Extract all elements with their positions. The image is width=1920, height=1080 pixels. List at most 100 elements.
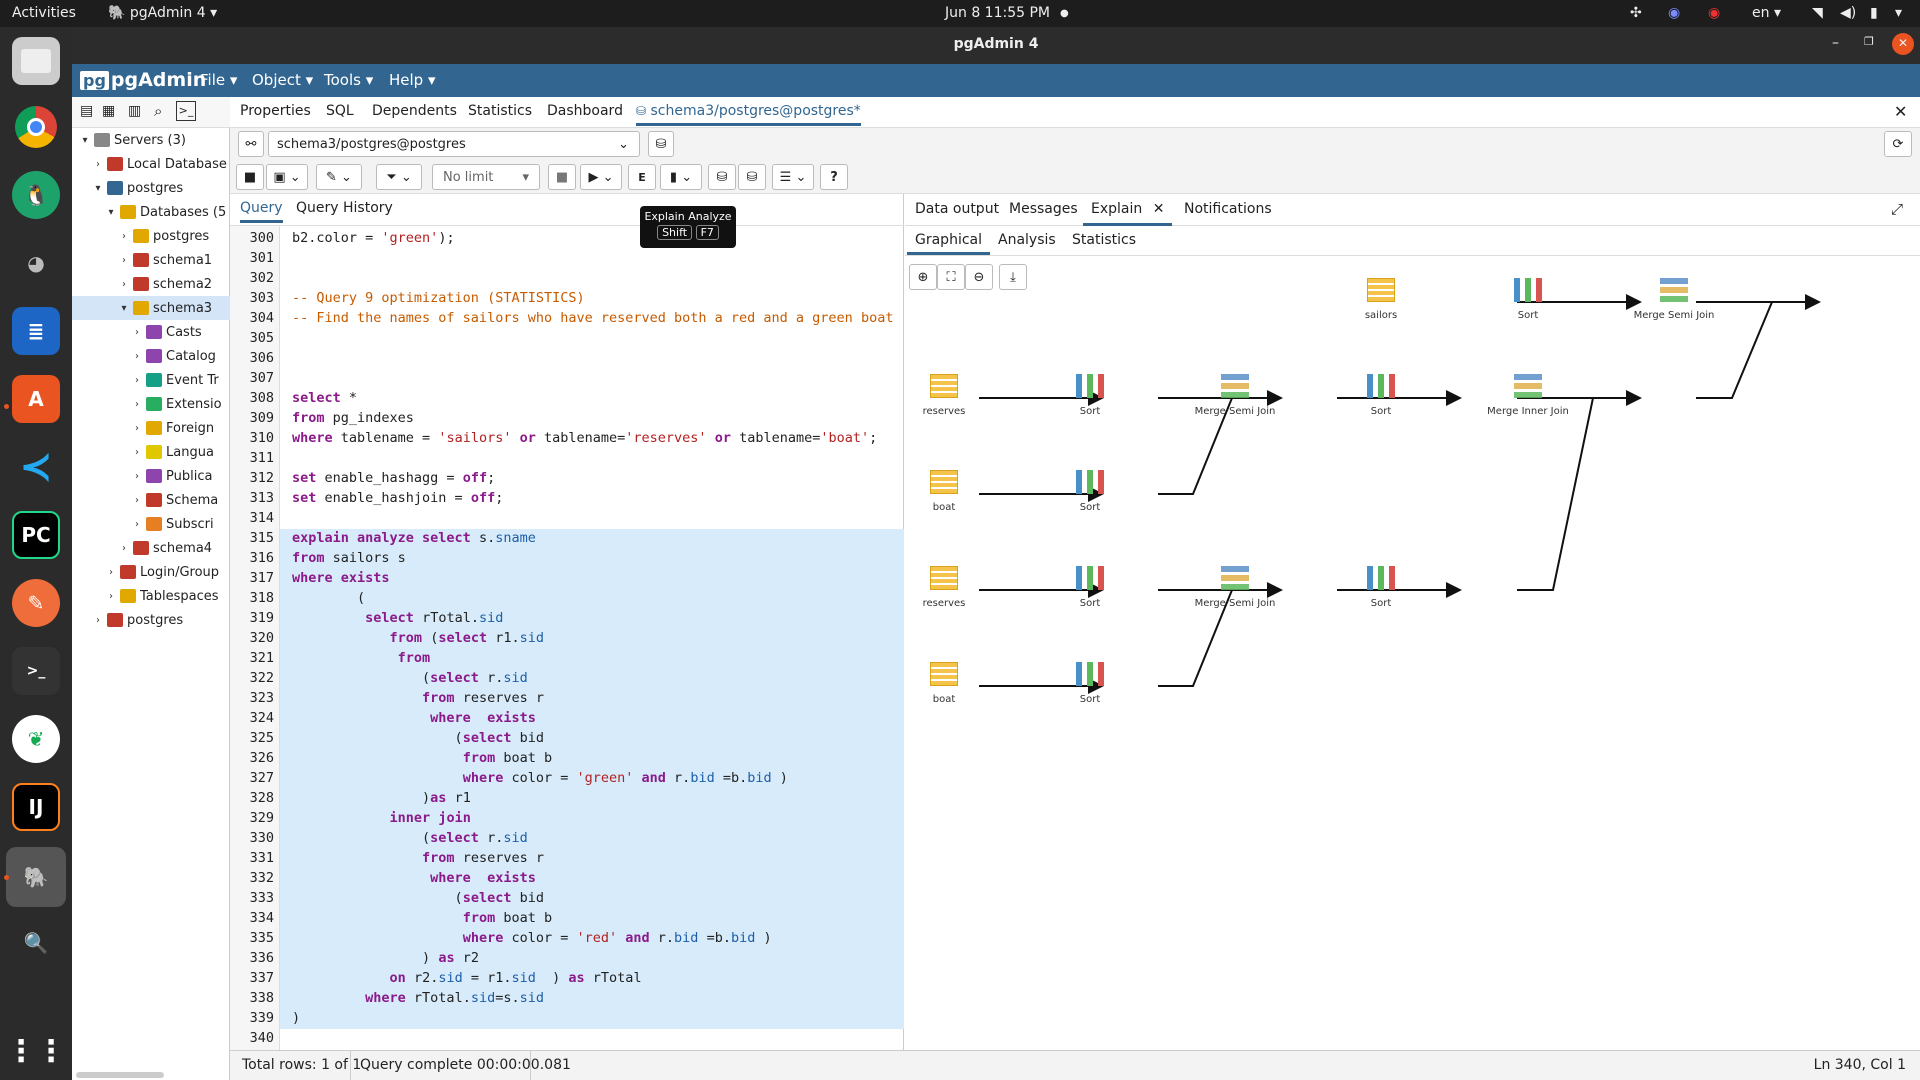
code-line[interactable]: (select r.sid: [292, 670, 528, 686]
macros-icon[interactable]: ☰ ⌄: [772, 164, 814, 190]
plan-node[interactable]: Merge Semi Join: [1629, 278, 1719, 321]
tab-explain-statistics[interactable]: Statistics: [1072, 232, 1136, 248]
tab-statistics[interactable]: Statistics: [468, 103, 532, 119]
tree-item[interactable]: ▾ Databases (5: [72, 200, 230, 224]
show-applications-icon[interactable]: ⋮⋮: [6, 1027, 66, 1075]
chevron-down-icon[interactable]: ▾: [91, 183, 105, 194]
plan-node[interactable]: boat: [899, 662, 989, 705]
plan-node[interactable]: Merge Semi Join: [1190, 374, 1280, 417]
code-line[interactable]: select *: [292, 390, 357, 406]
code-line[interactable]: b2.color = 'green');: [292, 230, 455, 246]
psql-tool-icon[interactable]: >_: [176, 101, 196, 121]
download-icon[interactable]: ⤓: [999, 264, 1027, 290]
edit-icon[interactable]: ✎ ⌄: [316, 164, 362, 190]
chevron-right-icon[interactable]: ›: [130, 423, 144, 434]
code-line[interactable]: where rTotal.sid=s.sid: [292, 990, 544, 1006]
code-line[interactable]: where color = 'red' and r.bid =b.bid ): [292, 930, 772, 946]
plan-node[interactable]: reserves: [899, 374, 989, 417]
rollback-icon[interactable]: ⛁: [738, 164, 766, 190]
open-file-icon[interactable]: ■: [236, 164, 264, 190]
chevron-down-icon[interactable]: ▾: [104, 207, 118, 218]
query-tool-icon[interactable]: ▤: [80, 103, 93, 119]
tree-item[interactable]: ▾ Servers (3): [72, 128, 230, 152]
code-line[interactable]: (select bid: [292, 730, 544, 746]
chevron-right-icon[interactable]: ›: [130, 375, 144, 386]
tree-item[interactable]: › Langua: [72, 440, 230, 464]
clock[interactable]: Jun 8 11:55 PM: [945, 5, 1050, 21]
battery-icon[interactable]: ▮: [1870, 5, 1878, 21]
menu-object[interactable]: Object ▾: [252, 71, 313, 89]
code-line[interactable]: )as r1: [292, 790, 471, 806]
plan-node[interactable]: boat: [899, 470, 989, 513]
code-line[interactable]: from boat b: [292, 910, 552, 926]
tree-item[interactable]: › Extensio: [72, 392, 230, 416]
code-line[interactable]: (select r.sid: [292, 830, 528, 846]
tab-notifications[interactable]: Notifications: [1184, 201, 1272, 217]
code-line[interactable]: ): [292, 1010, 300, 1026]
terminal-icon[interactable]: >_: [12, 647, 60, 695]
sql-editor[interactable]: b2.color = 'green'); -- Query 9 optimizat…: [280, 226, 904, 1050]
pgadmin-dock-icon[interactable]: 🐘: [6, 847, 66, 907]
code-line[interactable]: -- Query 9 optimization (STATISTICS): [292, 290, 585, 306]
code-line[interactable]: set enable_hashjoin = off;: [292, 490, 503, 506]
maximize-icon[interactable]: ❐: [1864, 35, 1874, 48]
menu-help[interactable]: Help ▾: [389, 71, 436, 89]
tree-item[interactable]: › Catalog: [72, 344, 230, 368]
files-icon[interactable]: [12, 37, 60, 85]
chevron-right-icon[interactable]: ›: [130, 519, 144, 530]
horizontal-scrollbar[interactable]: [76, 1072, 164, 1078]
activities-button[interactable]: Activities: [12, 5, 76, 21]
tree-item[interactable]: › Casts: [72, 320, 230, 344]
menu-file[interactable]: File ▾: [200, 71, 237, 89]
tree-item[interactable]: › Foreign: [72, 416, 230, 440]
plan-node[interactable]: Sort: [1483, 278, 1573, 321]
new-connection-icon[interactable]: ⛁: [648, 131, 674, 157]
chevron-right-icon[interactable]: ›: [130, 471, 144, 482]
maximize-panel-icon[interactable]: ⤢: [1891, 200, 1903, 218]
tab-analysis[interactable]: Analysis: [998, 232, 1056, 248]
tree-item[interactable]: › Publica: [72, 464, 230, 488]
chevron-right-icon[interactable]: ›: [91, 159, 105, 170]
tab-sql[interactable]: SQL: [326, 103, 354, 119]
tree-item[interactable]: › schema4: [72, 536, 230, 560]
plan-node[interactable]: Merge Inner Join: [1483, 374, 1573, 417]
code-line[interactable]: select rTotal.sid: [292, 610, 503, 626]
tree-item[interactable]: › Event Tr: [72, 368, 230, 392]
filter-icon[interactable]: ⏷ ⌄: [376, 164, 422, 190]
code-line[interactable]: (select bid: [292, 890, 544, 906]
code-line[interactable]: ) as r2: [292, 950, 479, 966]
code-line[interactable]: where exists: [292, 870, 536, 886]
tab-dashboard[interactable]: Dashboard: [547, 103, 623, 119]
tree-item[interactable]: ▾ schema3: [72, 296, 230, 320]
zoom-fit-icon[interactable]: ⛶: [937, 264, 965, 290]
vscode-icon[interactable]: ≺: [12, 443, 60, 491]
code-line[interactable]: from: [292, 650, 431, 666]
plan-node[interactable]: Sort: [1045, 662, 1135, 705]
tab-explain[interactable]: Explain ✕: [1083, 201, 1173, 226]
tree-item[interactable]: › schema2: [72, 272, 230, 296]
plan-node[interactable]: Sort: [1045, 566, 1135, 609]
linux-penguin-icon[interactable]: 🐧: [12, 171, 60, 219]
code-line[interactable]: from sailors s: [292, 550, 406, 566]
code-line[interactable]: from reserves r: [292, 690, 544, 706]
menu-tools[interactable]: Tools ▾: [324, 71, 373, 89]
plan-node[interactable]: Sort: [1045, 374, 1135, 417]
intellij-icon[interactable]: IJ: [12, 783, 60, 831]
code-line[interactable]: where color = 'green' and r.bid =b.bid ): [292, 770, 788, 786]
wifi-icon[interactable]: ◥: [1812, 5, 1823, 21]
search-icon[interactable]: ⌕: [154, 102, 162, 120]
plan-node[interactable]: Sort: [1336, 566, 1426, 609]
chevron-right-icon[interactable]: ›: [104, 591, 118, 602]
refresh-icon[interactable]: ⟳: [1884, 131, 1912, 157]
chevron-down-icon[interactable]: ▾: [117, 303, 131, 314]
tree-item[interactable]: › Schema: [72, 488, 230, 512]
chevron-right-icon[interactable]: ›: [117, 279, 131, 290]
tab-graphical[interactable]: Graphical: [907, 232, 990, 255]
code-line[interactable]: from boat b: [292, 750, 552, 766]
tab-query[interactable]: Query: [240, 200, 283, 223]
tree-item[interactable]: › Subscri: [72, 512, 230, 536]
code-line[interactable]: from (select r1.sid: [292, 630, 544, 646]
code-line[interactable]: where exists: [292, 570, 390, 586]
vpn-icon[interactable]: ◉: [1708, 5, 1720, 21]
language-indicator[interactable]: en ▾: [1752, 5, 1781, 21]
